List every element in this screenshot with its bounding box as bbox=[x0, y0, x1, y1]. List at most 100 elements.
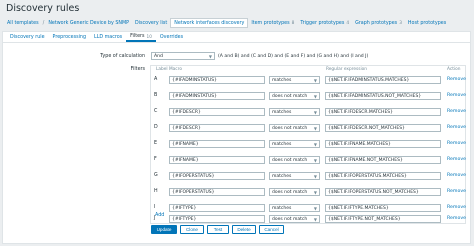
regex-input[interactable]: {$NET.IF.IFDESCR.NOT_MATCHES} bbox=[325, 124, 441, 132]
column-header-regex: Regular expression bbox=[326, 67, 368, 72]
remove-link[interactable]: Remove bbox=[447, 109, 466, 114]
macro-input[interactable]: {#IFDESCR} bbox=[169, 124, 265, 132]
regex-input[interactable]: {$NET.IF.IFOPERSTATUS.NOT_MATCHES} bbox=[325, 188, 441, 196]
remove-link[interactable]: Remove bbox=[447, 157, 466, 162]
calculation-type-select[interactable]: And ▼ bbox=[151, 52, 215, 60]
filter-letter: F bbox=[154, 157, 157, 162]
breadcrumb-label: All templates bbox=[7, 20, 39, 26]
tab-count: 10 bbox=[146, 33, 152, 39]
tab-lld-macros[interactable]: LLD macros bbox=[90, 32, 126, 42]
tab-label: Overrides bbox=[159, 34, 184, 40]
add-filter-link[interactable]: Add bbox=[155, 213, 164, 218]
tab-label: Discovery rule bbox=[10, 34, 45, 40]
breadcrumb-label: Network interfaces discovery bbox=[174, 20, 245, 26]
operator-select[interactable]: does not match ▼ bbox=[269, 215, 320, 223]
filter-row: I {#IFTYPE} matches ▼ {$NET.IF.IFTYPE.MAT… bbox=[151, 204, 467, 214]
operator-select[interactable]: matches ▼ bbox=[269, 108, 320, 116]
chevron-down-icon: ▼ bbox=[313, 174, 317, 179]
regex-input[interactable]: {$NET.IF.IFDESCR.MATCHES} bbox=[325, 108, 441, 116]
remove-link[interactable]: Remove bbox=[447, 141, 466, 146]
select-value: And bbox=[154, 53, 163, 59]
regex-input[interactable]: {$NET.IF.IFADMINSTATUS.MATCHES} bbox=[325, 76, 441, 84]
column-header-action: Action bbox=[447, 67, 461, 72]
delete-button[interactable]: Delete bbox=[232, 225, 256, 234]
operator-select[interactable]: does not match ▼ bbox=[269, 188, 320, 196]
calculation-type-label: Type of calculation bbox=[100, 54, 145, 59]
macro-input[interactable]: {#IFNAME} bbox=[169, 140, 265, 148]
tab-discovery-rule[interactable]: Discovery rule bbox=[6, 32, 49, 42]
chevron-down-icon: ▼ bbox=[313, 78, 317, 83]
filter-letter: I bbox=[154, 205, 156, 210]
tab-filters[interactable]: Filters 10 bbox=[126, 32, 156, 42]
test-button[interactable]: Test bbox=[207, 225, 229, 234]
tab-label: Preprocessing bbox=[52, 34, 87, 40]
filters-label: Filters bbox=[130, 67, 145, 72]
remove-link[interactable]: Remove bbox=[447, 189, 466, 194]
calculation-formula: (A and B) and (C and D) and (E and F) an… bbox=[218, 54, 369, 59]
remove-link[interactable]: Remove bbox=[447, 173, 466, 178]
update-button[interactable]: Update bbox=[151, 225, 177, 234]
breadcrumb: All templates / Network Generic Device b… bbox=[4, 18, 449, 28]
operator-select[interactable]: does not match ▼ bbox=[269, 92, 320, 100]
breadcrumb-trigger-prototypes[interactable]: Trigger prototypes 4 bbox=[297, 18, 352, 28]
tab-bar: Discovery rule Preprocessing LLD macros … bbox=[3, 32, 470, 43]
filter-row: E {#IFNAME} matches ▼ {$NET.IF.IFNAME.MAT… bbox=[151, 140, 467, 150]
filter-row: F {#IFNAME} does not match ▼ {$NET.IF.IFN… bbox=[151, 156, 467, 166]
macro-input[interactable]: {#IFTYPE} bbox=[169, 204, 265, 212]
regex-input[interactable]: {$NET.IF.IFTYPE.MATCHES} bbox=[325, 204, 441, 212]
operator-select[interactable]: matches ▼ bbox=[269, 172, 320, 180]
macro-input[interactable]: {#IFTYPE} bbox=[169, 215, 265, 223]
regex-input[interactable]: {$NET.IF.IFADMINSTATUS.NOT_MATCHES} bbox=[325, 92, 441, 100]
chevron-down-icon: ▼ bbox=[313, 206, 317, 211]
remove-link[interactable]: Remove bbox=[447, 125, 466, 130]
remove-link[interactable]: Remove bbox=[447, 216, 466, 221]
breadcrumb-host-prototypes[interactable]: Host prototypes bbox=[405, 18, 449, 28]
filter-row: C {#IFDESCR} matches ▼ {$NET.IF.IFDESCR.M… bbox=[151, 108, 467, 118]
operator-select[interactable]: matches ▼ bbox=[269, 204, 320, 212]
breadcrumb-graph-prototypes[interactable]: Graph prototypes 3 bbox=[352, 18, 405, 28]
operator-select[interactable]: matches ▼ bbox=[269, 140, 320, 148]
operator-select[interactable]: does not match ▼ bbox=[269, 156, 320, 164]
remove-link[interactable]: Remove bbox=[447, 205, 466, 210]
breadcrumb-label: Host prototypes bbox=[407, 20, 447, 26]
regex-input[interactable]: {$NET.IF.IFOPERSTATUS.MATCHES} bbox=[325, 172, 441, 180]
select-value: matches bbox=[272, 109, 292, 115]
breadcrumb-all-templates[interactable]: All templates bbox=[4, 18, 42, 28]
macro-input[interactable]: {#IFADMINSTATUS} bbox=[169, 76, 265, 84]
macro-input[interactable]: {#IFADMINSTATUS} bbox=[169, 92, 265, 100]
macro-input[interactable]: {#IFOPERSTATUS} bbox=[169, 188, 265, 196]
tab-overrides[interactable]: Overrides bbox=[156, 32, 187, 42]
breadcrumb-current-rule[interactable]: Network interfaces discovery bbox=[170, 18, 249, 28]
breadcrumb-template[interactable]: Network Generic Device by SNMP bbox=[45, 18, 132, 28]
macro-input[interactable]: {#IFOPERSTATUS} bbox=[169, 172, 265, 180]
filter-row: J {#IFTYPE} does not match ▼ {$NET.IF.IFT… bbox=[151, 215, 467, 225]
macro-input[interactable]: {#IFDESCR} bbox=[169, 108, 265, 116]
filter-letter: D bbox=[154, 125, 158, 130]
tab-label: LLD macros bbox=[94, 34, 123, 40]
remove-link[interactable]: Remove bbox=[447, 93, 466, 98]
clone-button[interactable]: Clone bbox=[180, 225, 204, 234]
breadcrumb-label: Network Generic Device by SNMP bbox=[48, 20, 129, 26]
filter-row: A {#IFADMINSTATUS} matches ▼ {$NET.IF.IFA… bbox=[151, 76, 467, 86]
count-badge: 8 bbox=[291, 20, 295, 26]
regex-input[interactable]: {$NET.IF.IFNAME.MATCHES} bbox=[325, 140, 441, 148]
remove-link[interactable]: Remove bbox=[447, 77, 466, 82]
cancel-button[interactable]: Cancel bbox=[259, 225, 284, 234]
select-value: matches bbox=[272, 77, 292, 83]
chevron-down-icon: ▼ bbox=[313, 158, 317, 163]
select-value: does not match bbox=[272, 157, 308, 163]
select-value: does not match bbox=[272, 189, 308, 195]
operator-select[interactable]: matches ▼ bbox=[269, 76, 320, 84]
macro-input[interactable]: {#IFNAME} bbox=[169, 156, 265, 164]
operator-select[interactable]: does not match ▼ bbox=[269, 124, 320, 132]
regex-input[interactable]: {$NET.IF.IFNAME.NOT_MATCHES} bbox=[325, 156, 441, 164]
breadcrumb-item-prototypes[interactable]: Item prototypes 8 bbox=[248, 18, 297, 28]
select-value: does not match bbox=[272, 125, 308, 131]
breadcrumb-discovery-list[interactable]: Discovery list bbox=[132, 18, 170, 28]
filter-letter: C bbox=[154, 109, 158, 114]
select-value: does not match bbox=[272, 93, 308, 99]
chevron-down-icon: ▼ bbox=[313, 217, 317, 222]
filter-letter: H bbox=[154, 189, 158, 194]
regex-input[interactable]: {$NET.IF.IFTYPE.NOT_MATCHES} bbox=[325, 215, 441, 223]
tab-preprocessing[interactable]: Preprocessing bbox=[49, 32, 90, 42]
